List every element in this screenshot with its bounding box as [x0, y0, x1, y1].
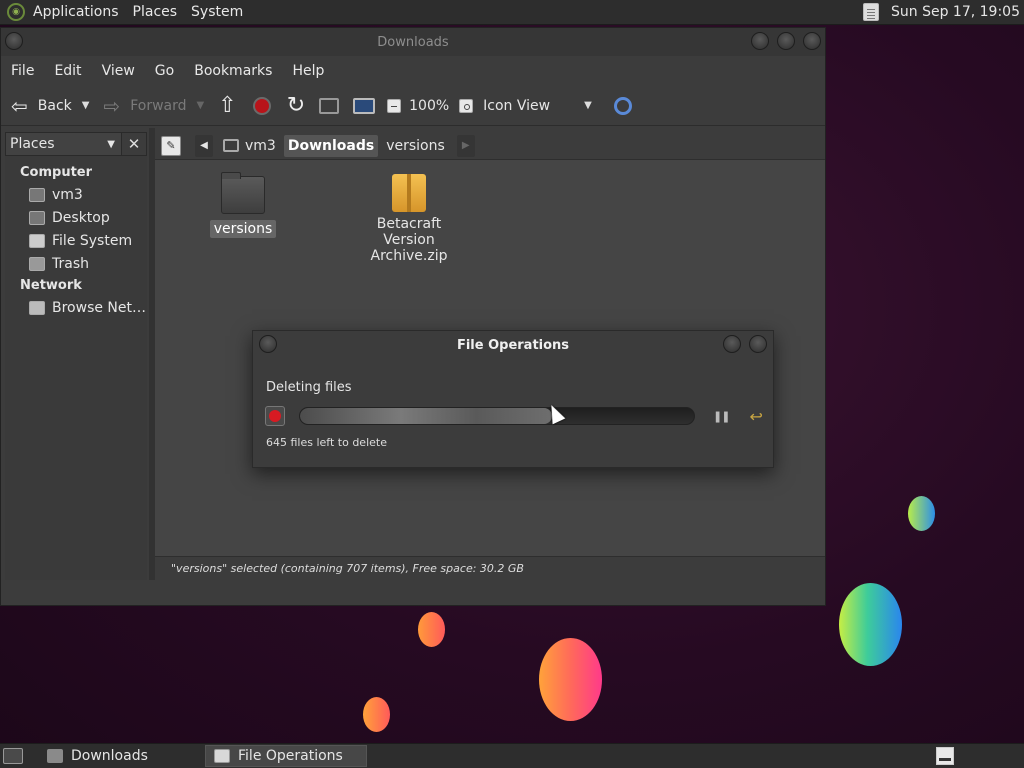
file-operations-dialog: File Operations Deleting files ❚❚ ↩ 645 …	[252, 330, 774, 468]
bottom-panel: Downloads File Operations	[0, 743, 1024, 768]
close-sidebar-icon[interactable]: ✕	[122, 135, 146, 153]
operation-detail: 645 files left to delete	[266, 436, 387, 449]
workspace-switcher-icon[interactable]	[936, 747, 954, 765]
sidebar-places: Computer vm3 Desktop File System Trash N…	[5, 156, 147, 319]
zoom-in-icon[interactable]	[459, 98, 474, 113]
home-icon[interactable]	[319, 97, 340, 114]
notes-icon[interactable]	[863, 3, 880, 21]
forward-button[interactable]: ⇨ Forward	[103, 94, 186, 118]
drive-icon	[29, 233, 45, 248]
task-file-operations[interactable]: File Operations	[205, 745, 367, 767]
operation-progress-bar	[299, 407, 695, 425]
panel-clock[interactable]: Sun Sep 17, 19:05	[891, 4, 1020, 20]
search-icon[interactable]	[613, 96, 632, 115]
show-desktop-icon[interactable]	[3, 748, 23, 764]
home-icon	[223, 139, 239, 152]
menu-bookmarks[interactable]: Bookmarks	[194, 63, 272, 79]
window-title: Downloads	[377, 34, 449, 50]
path-scroll-left-icon[interactable]: ◀	[195, 134, 213, 157]
pause-icon[interactable]: ❚❚	[713, 410, 730, 423]
wallpaper-bubble	[363, 697, 390, 732]
file-name: versions	[209, 220, 277, 238]
back-arrow-icon: ⇦	[11, 93, 28, 118]
view-mode-select[interactable]: Icon View	[483, 98, 550, 114]
reload-icon[interactable]: ↻	[287, 93, 305, 118]
back-history-dropdown[interactable]: ▼	[82, 100, 90, 111]
cancel-operation-button[interactable]	[265, 406, 285, 426]
window-menu-button[interactable]	[5, 32, 23, 50]
wallpaper-bubble	[908, 496, 935, 531]
menu-file[interactable]: File	[11, 63, 34, 79]
minimize-button[interactable]	[751, 32, 769, 50]
chevron-down-icon: ▼	[107, 138, 115, 150]
folder-icon	[221, 172, 265, 214]
sidebar-category-computer: Computer	[20, 165, 93, 180]
path-scroll-right-icon[interactable]: ▶	[456, 134, 475, 157]
task-downloads[interactable]: Downloads	[39, 745, 201, 767]
sidebar-item-vm3[interactable]: vm3	[5, 183, 147, 206]
menubar: File Edit View Go Bookmarks Help	[1, 56, 825, 86]
maximize-button[interactable]	[777, 32, 795, 50]
sidebar-item-desktop[interactable]: Desktop	[5, 206, 147, 229]
home-folder-icon	[29, 187, 45, 202]
wallpaper-bubble	[839, 583, 902, 666]
computer-icon[interactable]	[353, 97, 376, 114]
file-item-versions[interactable]: versions	[209, 172, 277, 238]
distro-logo-icon[interactable]: ◉	[7, 3, 25, 21]
network-icon	[29, 300, 45, 315]
folder-icon	[47, 749, 63, 763]
path-crumb-downloads[interactable]: Downloads	[283, 134, 379, 157]
operation-label: Deleting files	[266, 380, 352, 395]
toolbar: ⇦ Back ▼ ⇨ Forward ▼ ⇧ ↻ 100% Icon View …	[1, 86, 825, 126]
places-menu[interactable]: Places	[133, 4, 178, 20]
desktop-icon	[29, 210, 45, 225]
stop-icon[interactable]	[252, 96, 271, 115]
file-manager-window: Downloads File Edit View Go Bookmarks He…	[0, 27, 826, 606]
trash-icon	[29, 256, 45, 271]
forward-arrow-icon: ⇨	[103, 93, 121, 118]
wallpaper-bubble	[539, 638, 602, 721]
wallpaper-bubble	[418, 612, 445, 647]
dialog-menu-button[interactable]	[259, 335, 277, 353]
close-button[interactable]	[803, 32, 821, 50]
operation-row: ❚❚ ↩	[265, 405, 765, 427]
sidebar-category-network: Network	[20, 278, 82, 293]
menu-help[interactable]: Help	[292, 63, 324, 79]
dialog-minimize-button[interactable]	[723, 335, 741, 353]
status-bar: "versions" selected (containing 707 item…	[155, 556, 825, 580]
sidebar-item-trash[interactable]: Trash	[5, 252, 147, 275]
path-bar: ✎ ◀ vm3 Downloads versions ▶	[155, 132, 825, 160]
forward-history-dropdown[interactable]: ▼	[197, 100, 205, 111]
system-menu[interactable]: System	[191, 4, 243, 20]
dialog-titlebar[interactable]: File Operations	[253, 331, 773, 359]
sidebar-mode-select[interactable]: Places ▼	[6, 133, 122, 155]
sidebar: Places ▼ ✕ Computer vm3 Desktop File Sys…	[5, 132, 147, 580]
file-name: Betacraft Version Archive.zip	[370, 216, 448, 264]
applications-menu[interactable]: Applications	[33, 4, 119, 20]
sidebar-header: Places ▼ ✕	[5, 132, 147, 156]
path-crumb-vm3[interactable]: vm3	[219, 135, 280, 157]
back-button[interactable]: ⇦ Back	[11, 94, 72, 118]
menu-view[interactable]: View	[102, 63, 135, 79]
edit-location-icon[interactable]: ✎	[161, 135, 181, 156]
menu-go[interactable]: Go	[155, 63, 174, 79]
window-titlebar[interactable]: Downloads	[1, 28, 825, 56]
undo-icon[interactable]: ↩	[749, 407, 762, 426]
document-icon	[214, 749, 230, 763]
file-item-betacraft-archive[interactable]: Betacraft Version Archive.zip	[351, 174, 467, 264]
sidebar-item-file-system[interactable]: File System	[5, 229, 147, 252]
zoom-out-icon[interactable]	[387, 98, 402, 113]
zoom-level[interactable]: 100%	[409, 98, 449, 114]
sidebar-item-browse-network[interactable]: Browse Net…	[5, 296, 147, 319]
archive-icon	[392, 174, 426, 212]
dialog-close-button[interactable]	[749, 335, 767, 353]
view-mode-dropdown[interactable]: ▼	[584, 100, 592, 111]
top-panel: ◉ Applications Places System Sun Sep 17,…	[0, 0, 1024, 25]
up-arrow-icon[interactable]: ⇧	[218, 93, 236, 118]
menu-edit[interactable]: Edit	[54, 63, 81, 79]
progress-fill	[300, 408, 553, 424]
path-crumb-versions[interactable]: versions	[382, 135, 449, 157]
dialog-title: File Operations	[456, 337, 570, 353]
stop-icon	[269, 410, 281, 422]
